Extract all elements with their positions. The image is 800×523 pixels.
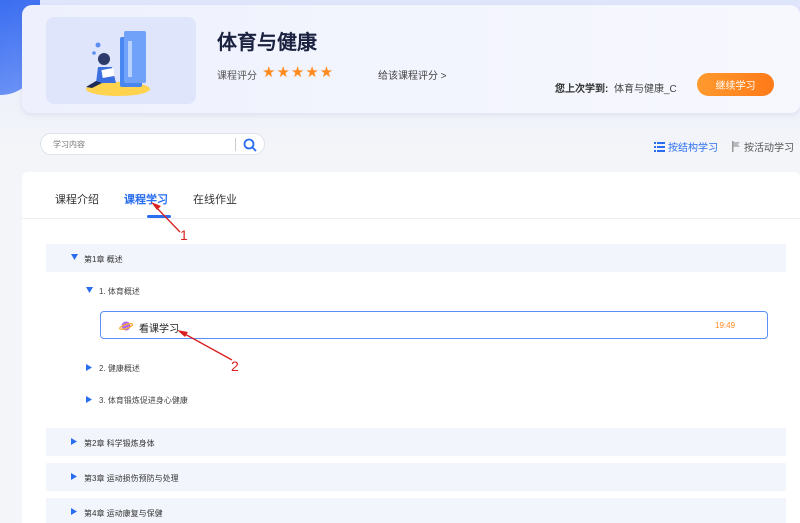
chapter-row[interactable]: 第1章 概述 bbox=[46, 244, 786, 272]
list-icon bbox=[654, 141, 665, 152]
section-label: 1. 体育概述 bbox=[99, 287, 140, 296]
chapter-label: 第4章 运动康复与保健 bbox=[84, 509, 163, 518]
caret-right-icon bbox=[86, 364, 92, 371]
tab-online-homework[interactable]: 在线作业 bbox=[193, 191, 237, 207]
view-by-activity-label: 按活动学习 bbox=[744, 143, 794, 154]
caret-right-icon bbox=[71, 473, 77, 480]
rate-course-link[interactable]: 给该课程评分 > bbox=[378, 67, 447, 82]
chapter-row[interactable]: 第2章 科学锻炼身体 bbox=[46, 428, 786, 456]
annotation-number-2: 2 bbox=[231, 358, 239, 374]
course-title: 体育与健康 bbox=[217, 32, 317, 54]
search-input[interactable] bbox=[53, 137, 233, 152]
section-label: 3. 体育锻炼促进身心健康 bbox=[99, 396, 188, 405]
rating-stars: ★★★★★ bbox=[262, 64, 335, 81]
tab-course-intro[interactable]: 课程介绍 bbox=[55, 191, 99, 207]
caret-right-icon bbox=[71, 438, 77, 445]
annotation-number-1: 1 bbox=[180, 227, 188, 243]
caret-right-icon bbox=[86, 396, 92, 403]
caret-right-icon bbox=[71, 508, 77, 515]
tab-bar: 课程介绍 课程学习 在线作业 bbox=[22, 172, 800, 219]
active-tab-indicator bbox=[147, 215, 171, 218]
chapter-row[interactable]: 第3章 运动损伤预防与处理 bbox=[46, 463, 786, 491]
tab-course-study[interactable]: 课程学习 bbox=[124, 191, 168, 207]
course-header: 体育与健康 课程评分 ★★★★★ 给该课程评分 > 您上次学到: 体育与健康_C… bbox=[22, 5, 800, 113]
continue-study-button[interactable]: 继续学习 bbox=[697, 73, 774, 96]
lesson-label: 看课学习 bbox=[139, 324, 179, 335]
section-label: 2. 健康概述 bbox=[99, 364, 140, 373]
caret-down-icon bbox=[86, 287, 93, 293]
planet-icon bbox=[119, 321, 133, 331]
caret-down-icon bbox=[71, 254, 78, 260]
search-divider bbox=[235, 138, 236, 151]
main-content: 课程介绍 课程学习 在线作业 第1章 概述 1. 体育概述 看课学习 19:49… bbox=[22, 172, 800, 523]
search-box bbox=[40, 133, 265, 155]
chapter-row[interactable]: 第4章 运动康复与保健 bbox=[46, 498, 786, 523]
view-by-activity[interactable]: 按活动学习 bbox=[731, 139, 794, 154]
chapter-label: 第2章 科学锻炼身体 bbox=[84, 439, 155, 448]
view-by-structure-label: 按结构学习 bbox=[668, 143, 718, 154]
last-study-label: 您上次学到: bbox=[555, 84, 609, 95]
rating-label: 课程评分 bbox=[217, 71, 257, 82]
search-icon[interactable] bbox=[242, 137, 258, 153]
reading-person-illustration bbox=[86, 31, 150, 96]
last-study-value: 体育与健康_C bbox=[614, 84, 677, 95]
flag-icon bbox=[732, 141, 740, 152]
lesson-duration: 19:49 bbox=[715, 321, 736, 330]
view-by-structure[interactable]: 按结构学习 bbox=[654, 139, 718, 154]
chapter-label: 第3章 运动损伤预防与处理 bbox=[84, 474, 179, 483]
course-cover-image bbox=[46, 17, 196, 104]
chapter-label: 第1章 概述 bbox=[84, 255, 123, 264]
lesson-item[interactable]: 看课学习 19:49 bbox=[100, 311, 768, 339]
